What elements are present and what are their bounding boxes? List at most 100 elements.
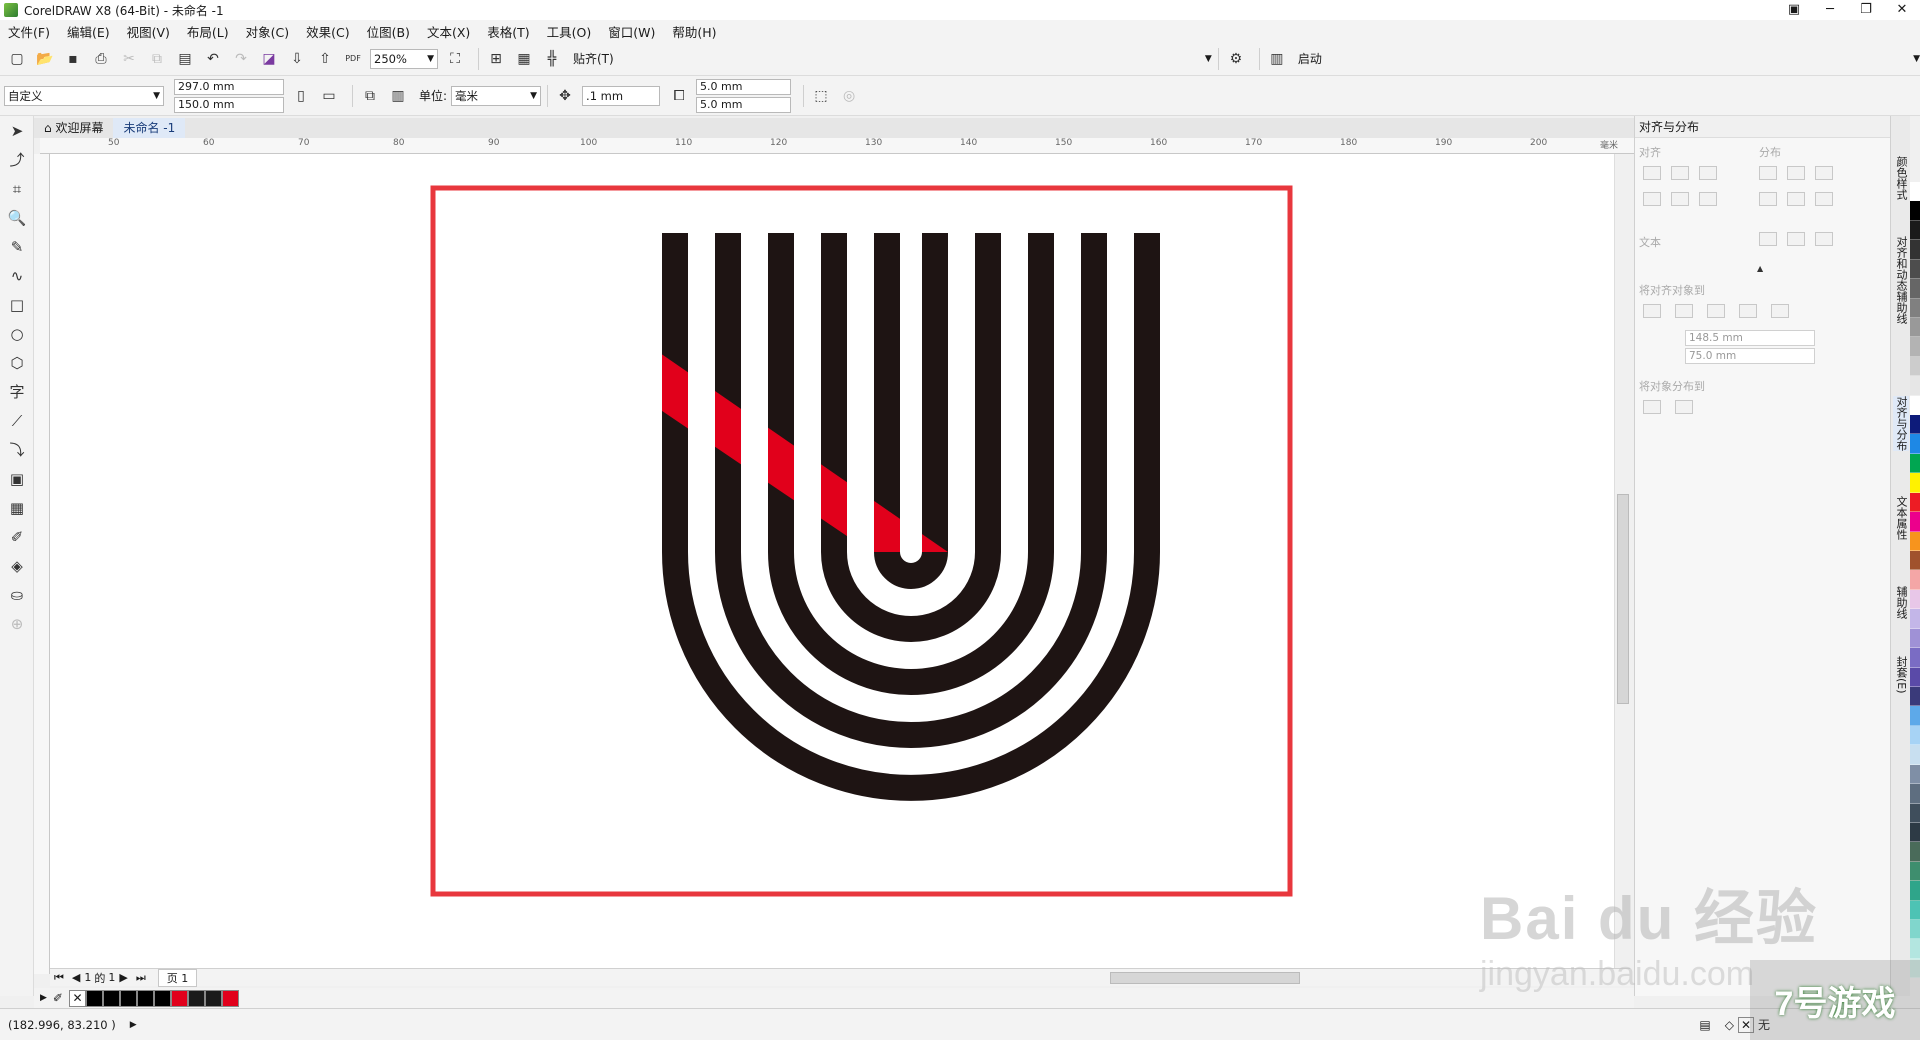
menu-tools[interactable]: 工具(O) (547, 22, 592, 41)
restore-mini-icon[interactable]: ▣ (1776, 0, 1812, 20)
tab-text-properties[interactable]: 文本属性 (1893, 496, 1909, 540)
horizontal-scroll-thumb[interactable] (1110, 972, 1300, 984)
menu-help[interactable]: 帮助(H) (672, 22, 716, 41)
palette-swatch[interactable] (1910, 279, 1920, 299)
color-profile-icon[interactable]: ▤ (1699, 1018, 1710, 1032)
palette-swatch[interactable] (1910, 842, 1920, 862)
palette-eyedropper-icon[interactable]: ✐ (53, 991, 63, 1005)
text-last-line-icon[interactable] (1787, 232, 1805, 246)
palette-swatch[interactable] (1910, 725, 1920, 746)
crop-tool-icon[interactable]: ⌗ (0, 174, 34, 203)
palette-expand-icon[interactable]: ▶ (40, 993, 47, 1003)
menu-effects[interactable]: 效果(C) (306, 22, 349, 41)
page-tab[interactable]: 页 1 (157, 968, 198, 987)
menu-bitmaps[interactable]: 位图(B) (367, 22, 410, 41)
palette-swatch[interactable] (1910, 589, 1920, 610)
palette-swatch[interactable] (1910, 822, 1920, 843)
treat-as-filled-icon[interactable]: ⬚ (810, 85, 832, 107)
show-grid-icon[interactable]: ▦ (513, 48, 535, 70)
palette-swatch[interactable] (1910, 317, 1920, 338)
show-guidelines-icon[interactable]: ╬ (541, 48, 563, 70)
specified-point-icon[interactable] (1771, 304, 1789, 318)
palette-swatch[interactable] (1910, 861, 1920, 882)
palette-swatch[interactable] (1910, 473, 1920, 493)
palette-swatch[interactable] (1910, 512, 1920, 532)
palette-swatch[interactable] (1910, 453, 1920, 474)
transparency-icon[interactable]: ▦ (0, 493, 34, 522)
distribute-left-icon[interactable] (1759, 166, 1777, 180)
full-screen-icon[interactable]: ⛶ (444, 48, 466, 70)
page-width-field[interactable]: 297.0 mm (174, 78, 284, 95)
undo-icon[interactable]: ↶ (202, 48, 224, 70)
palette-swatch[interactable] (1910, 395, 1920, 416)
document-swatch[interactable] (153, 989, 171, 1007)
eyedropper-icon[interactable]: ✐ (0, 522, 34, 551)
palette-swatch[interactable] (1910, 686, 1920, 707)
duplicate-x-field[interactable]: 5.0 mm (696, 78, 792, 95)
tab-alignment-guides[interactable]: 对齐和动态辅助线 (1893, 236, 1909, 324)
menu-window[interactable]: 窗口(W) (608, 22, 655, 41)
maximize-button[interactable]: ❐ (1848, 0, 1884, 20)
landscape-icon[interactable]: ▭ (318, 85, 340, 107)
palette-swatch[interactable] (1910, 803, 1920, 823)
shape-tool-icon[interactable]: ⤴ (0, 145, 34, 174)
open-folder-icon[interactable]: 📂 (34, 48, 56, 70)
next-page-icon[interactable]: ▶ (119, 971, 127, 984)
distribute-middle-icon[interactable] (1787, 192, 1805, 206)
current-page-icon[interactable]: ▥ (387, 85, 409, 107)
zoom-select[interactable]: 250% ▼ (370, 48, 438, 69)
y-position-field[interactable]: 75.0 mm (1685, 348, 1815, 364)
palette-swatch[interactable] (1910, 182, 1920, 202)
document-swatch[interactable] (187, 989, 205, 1007)
palette-swatch[interactable] (1910, 570, 1920, 590)
distribute-extent-icon[interactable] (1643, 400, 1661, 414)
align-left-icon[interactable] (1643, 166, 1661, 180)
palette-swatch[interactable] (1910, 706, 1920, 726)
distribute-bottom-icon[interactable] (1815, 192, 1833, 206)
drawing-canvas[interactable] (50, 154, 1630, 974)
tab-envelope[interactable]: 封套(E) (1893, 656, 1909, 694)
distribute-page-icon[interactable] (1675, 400, 1693, 414)
drop-shadow-icon[interactable]: ▣ (0, 464, 34, 493)
save-icon[interactable]: ▪ (62, 48, 84, 70)
vertical-ruler[interactable] (34, 154, 50, 974)
redo-icon[interactable]: ↷ (230, 48, 252, 70)
publish-pdf-icon[interactable]: PDF (342, 48, 364, 70)
interactive-fill-icon[interactable]: ◈ (0, 551, 34, 580)
palette-swatch[interactable] (1910, 784, 1920, 804)
distribute-top-icon[interactable] (1759, 192, 1777, 206)
palette-swatch[interactable] (1910, 920, 1920, 940)
palette-swatch[interactable] (1910, 900, 1920, 921)
align-bottom-icon[interactable] (1699, 192, 1717, 206)
artistic-media-icon[interactable]: ∿ (0, 261, 34, 290)
palette-swatch[interactable] (1910, 609, 1920, 629)
align-center-v-icon[interactable] (1671, 192, 1689, 206)
document-swatch[interactable] (204, 989, 222, 1007)
dimension-tool-icon[interactable]: ⟋ (0, 406, 34, 435)
page-center-icon[interactable] (1707, 304, 1725, 318)
palette-swatch[interactable] (1910, 376, 1920, 396)
grid-icon[interactable] (1739, 304, 1757, 318)
palette-swatch[interactable] (1910, 551, 1920, 571)
document-swatch[interactable] (102, 989, 120, 1007)
cut-icon[interactable]: ✂ (118, 48, 140, 70)
artwork-svg[interactable] (50, 154, 1610, 974)
last-page-icon[interactable]: ⏭ (136, 971, 146, 985)
menu-file[interactable]: 文件(F) (8, 22, 50, 41)
page-height-field[interactable]: 150.0 mm (174, 96, 284, 113)
lock-icon[interactable]: ◎ (838, 85, 860, 107)
vertical-scroll-thumb[interactable] (1617, 494, 1629, 704)
palette-swatch[interactable] (1910, 667, 1920, 687)
pick-tool-icon[interactable]: ➤ (0, 116, 34, 145)
palette-swatch[interactable] (1910, 648, 1920, 668)
freehand-tool-icon[interactable]: ✎ (0, 232, 34, 261)
new-document-icon[interactable]: ▢ (6, 48, 28, 70)
snap-to-dropdown[interactable]: 贴齐(T) (573, 50, 614, 67)
palette-swatch[interactable] (1910, 492, 1920, 513)
rectangle-tool-icon[interactable]: □ (0, 290, 34, 319)
paste-icon[interactable]: ▤ (174, 48, 196, 70)
text-first-line-icon[interactable] (1759, 232, 1777, 246)
launcher-icon[interactable]: ▥ (1266, 48, 1288, 70)
document-swatch[interactable] (170, 989, 188, 1007)
palette-swatch[interactable] (1910, 240, 1920, 260)
